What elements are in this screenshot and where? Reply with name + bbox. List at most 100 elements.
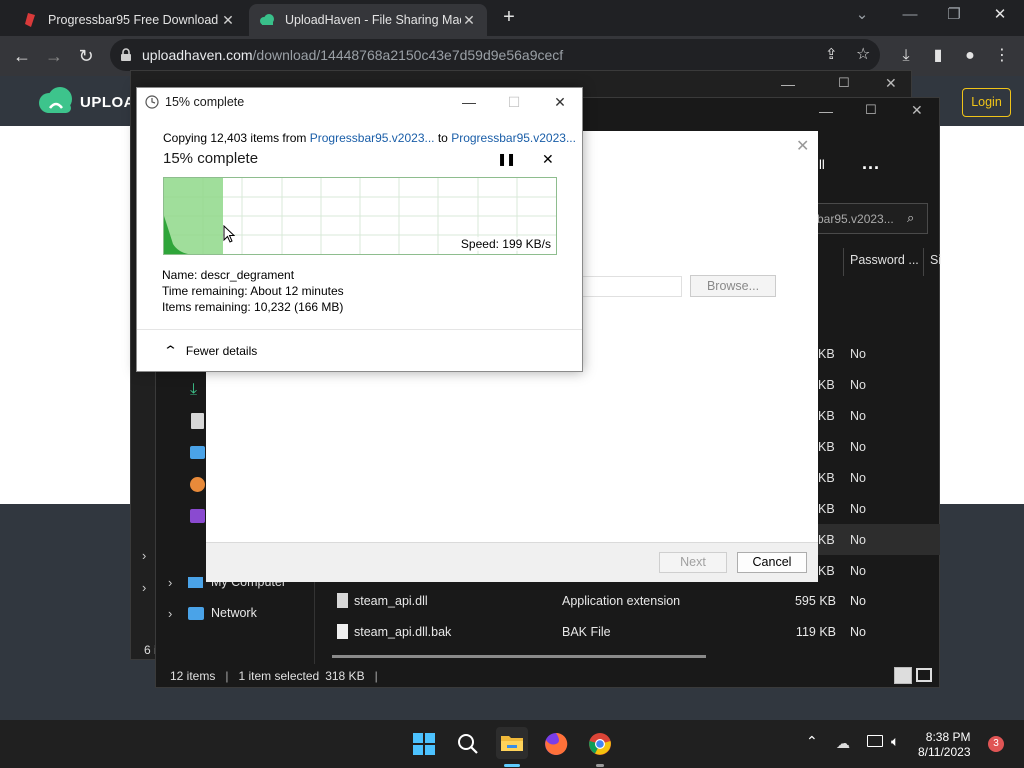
search-input[interactable]: bar95.v2023... ⌕ <box>814 203 928 234</box>
start-button[interactable] <box>408 728 440 760</box>
expand-chevron-icon[interactable]: › <box>142 580 146 595</box>
table-row[interactable]: KB No <box>816 462 940 493</box>
table-row[interactable]: KB No <box>816 400 940 431</box>
search-icon: ⌕ <box>907 210 915 225</box>
cancel-button[interactable]: Cancel <box>737 552 807 573</box>
restore-button[interactable]: ❐ <box>932 4 976 26</box>
file-password: No <box>850 408 866 423</box>
side-panel-icon[interactable]: ▮ <box>928 46 948 66</box>
expand-chevron-icon[interactable]: › <box>168 575 172 590</box>
next-button[interactable]: Next <box>659 552 727 573</box>
volume-icon[interactable]: 🔈︎ <box>891 733 899 750</box>
folder-icon <box>501 736 523 751</box>
minimize-button[interactable]: — <box>888 4 932 26</box>
fewer-details-button[interactable]: ⌃ Fewer details <box>137 329 582 371</box>
pause-button[interactable]: ❚❚ <box>497 152 516 166</box>
profile-icon[interactable]: ● <box>960 46 980 66</box>
nav-label: Network <box>211 606 257 620</box>
file-password: No <box>850 625 866 639</box>
tiles-view-icon[interactable] <box>916 668 932 682</box>
nav-downloads-icon[interactable]: ⤓ <box>190 381 197 399</box>
clock-icon <box>145 95 159 109</box>
tab-progressbar95[interactable]: Progressbar95 Free Download (v ✕ <box>12 4 246 36</box>
close-window-button[interactable]: ✕ <box>978 4 1022 26</box>
path-input[interactable] <box>582 276 682 297</box>
copy-progress-dialog: 15% complete — ☐ ✕ Copying 12,403 items … <box>136 87 583 372</box>
close-icon[interactable]: ✕ <box>461 12 477 29</box>
dialog-titlebar[interactable]: 15% complete — ☐ ✕ <box>137 88 582 116</box>
table-row[interactable]: KB No <box>816 493 940 524</box>
more-options-button[interactable]: ... <box>862 153 880 174</box>
file-size: KB <box>818 501 835 516</box>
tab-label: UploadHaven - File Sharing Made <box>285 13 461 27</box>
browse-button[interactable]: Browse... <box>690 275 776 297</box>
nav-pictures-icon[interactable] <box>190 446 205 459</box>
horizontal-scrollbar[interactable] <box>332 655 706 658</box>
menu-kebab-icon[interactable]: ⋮ <box>992 46 1012 66</box>
notification-badge[interactable]: 3 <box>988 736 1004 752</box>
file-password: No <box>850 346 866 361</box>
network-tray-icon[interactable] <box>867 735 883 747</box>
fewer-details-label: Fewer details <box>185 343 258 358</box>
chevron-up-icon[interactable]: ⌃ <box>806 733 818 750</box>
search-button[interactable] <box>452 728 484 760</box>
table-row[interactable]: KB No <box>816 369 940 400</box>
expand-chevron-icon[interactable]: › <box>142 548 146 563</box>
nav-music-icon[interactable] <box>190 477 205 492</box>
close-icon[interactable]: ✕ <box>796 136 809 156</box>
progress-heading: 15% complete <box>163 150 259 167</box>
progress-fill <box>164 178 223 254</box>
close-window-button[interactable]: ✕ <box>885 75 897 92</box>
table-row[interactable]: KB No <box>816 431 940 462</box>
chrome-button[interactable] <box>584 728 616 760</box>
close-window-button[interactable]: ✕ <box>911 102 923 119</box>
download-icon[interactable]: ⤓ <box>896 46 916 66</box>
search-icon <box>458 734 478 754</box>
time-remaining-line: Time remaining: About 12 minutes <box>162 284 344 298</box>
cancel-copy-button[interactable]: ✕ <box>542 151 554 168</box>
table-row[interactable]: steam_api.dll Application extension 595 … <box>336 592 896 612</box>
file-type: BAK File <box>562 625 611 639</box>
minimize-button[interactable]: — <box>781 76 795 92</box>
maximize-button[interactable]: ☐ <box>865 102 877 118</box>
nav-network[interactable]: Network <box>188 606 257 620</box>
nav-documents-icon[interactable] <box>191 413 204 429</box>
nav-videos-icon[interactable] <box>190 509 205 523</box>
close-window-button[interactable]: ✕ <box>545 92 575 112</box>
tab-uploadhaven[interactable]: UploadHaven - File Sharing Made ✕ <box>249 4 487 36</box>
minimize-button[interactable]: — <box>819 103 833 119</box>
source-link[interactable]: Progressbar95.v2023... <box>310 131 435 145</box>
maximize-button[interactable]: ☐ <box>499 92 529 112</box>
system-clock[interactable]: 8:38 PM 8/11/2023 <box>918 730 971 760</box>
tab-search-icon[interactable]: ⌄ <box>840 4 884 26</box>
file-password: No <box>850 532 866 547</box>
file-size: KB <box>818 439 835 454</box>
chevron-up-icon: ⌃ <box>162 342 179 358</box>
star-icon[interactable]: ☆ <box>856 44 870 64</box>
firefox-icon <box>545 732 568 755</box>
destination-link[interactable]: Progressbar95.v2023... <box>451 131 576 145</box>
firefox-button[interactable] <box>540 728 572 760</box>
maximize-button[interactable]: ☐ <box>838 75 850 91</box>
back-arrow-icon[interactable]: ← <box>10 44 34 68</box>
reload-icon[interactable]: ↻ <box>74 44 98 68</box>
file-size: KB <box>818 563 835 578</box>
address-bar[interactable]: uploadhaven.com/download/14448768a2150c4… <box>110 39 880 71</box>
table-row[interactable]: steam_api.dll.bak BAK File 119 KB No <box>336 623 896 643</box>
column-header-size[interactable]: Si <box>930 253 941 267</box>
cloud-offline-icon[interactable]: ☁ <box>836 735 850 752</box>
close-icon[interactable]: ✕ <box>220 12 236 29</box>
minimize-button[interactable]: — <box>454 92 484 112</box>
search-text: bar95.v2023... <box>817 212 894 226</box>
table-row[interactable]: KB No <box>816 555 940 586</box>
forward-arrow-icon[interactable]: → <box>42 44 66 68</box>
new-tab-button[interactable]: + <box>496 6 522 30</box>
details-view-icon[interactable] <box>894 667 912 684</box>
table-row[interactable]: KB No <box>816 338 940 369</box>
table-row[interactable]: KB No <box>816 524 940 555</box>
share-icon[interactable]: ⇪ <box>825 45 838 63</box>
expand-chevron-icon[interactable]: › <box>168 606 172 621</box>
column-header-password[interactable]: Password ... <box>850 253 919 267</box>
file-explorer-button[interactable] <box>496 727 528 759</box>
login-button[interactable]: Login <box>962 88 1011 117</box>
